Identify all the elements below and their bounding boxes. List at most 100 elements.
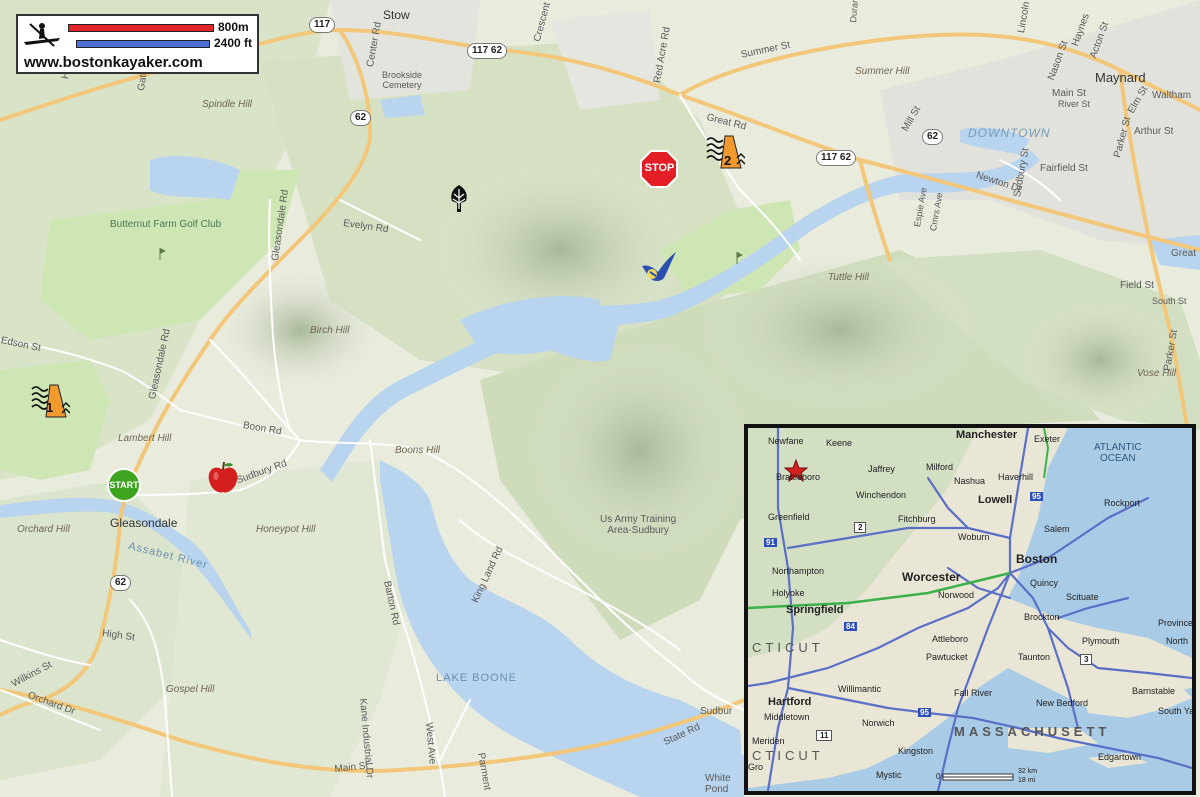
inset-city-label: North — [1166, 636, 1189, 646]
inset-city-label: Brattleboro — [776, 472, 821, 482]
inset-city-label: Gro — [748, 762, 764, 772]
tree-icon[interactable] — [444, 183, 474, 213]
inset-highway-shield: 3 — [1080, 654, 1093, 665]
route-shield: 117 — [309, 17, 336, 33]
route-shield: 62 — [350, 110, 372, 126]
hill-label: Orchard Hill — [17, 524, 70, 535]
inset-city-label: Meriden — [752, 736, 785, 746]
road-label: Field St — [1120, 280, 1154, 291]
inset-city-label: Province — [1158, 618, 1194, 628]
route-shield: 62 — [922, 129, 944, 145]
road-label: River St — [1058, 99, 1091, 109]
inset-city-label: Plymouth — [1082, 636, 1120, 646]
inset-city-label: Manchester — [956, 429, 1018, 441]
map-canvas[interactable]: Stow Maynard DOWNTOWN Gleasondale Assabe… — [0, 0, 1200, 797]
inset-ocean-label: ATLANTIC OCEAN — [1094, 442, 1142, 464]
route-shield: 62 — [110, 575, 132, 591]
inset-city-label: Lowell — [978, 494, 1013, 506]
place-maynard: Maynard — [1095, 70, 1146, 85]
inset-city-label: South Ya — [1158, 706, 1195, 716]
inset-city-label: Milford — [926, 462, 954, 472]
inset-highway-shield: 2 — [854, 522, 867, 533]
inset-city-label: Fitchburg — [898, 514, 936, 524]
imperial-scale-label: 2400 ft — [214, 36, 253, 50]
kayaker-icon — [24, 23, 60, 47]
inset-city-label: Springfield — [786, 604, 844, 616]
inset-city-label: Rockport — [1104, 498, 1141, 508]
inset-city-label: Brockton — [1024, 612, 1060, 622]
stop-sign-label: STOP — [644, 162, 675, 174]
inset-highway-shield: 95 — [918, 708, 931, 717]
hill-label: Honeypot Hill — [256, 524, 316, 535]
inset-highway-shield: 84 — [844, 622, 857, 631]
route-shield: 117 62 — [816, 150, 857, 166]
inset-highway-shield: 95 — [1030, 492, 1043, 501]
website-url[interactable]: www.bostonkayaker.com — [24, 54, 203, 71]
inset-city-label: Winchendon — [856, 490, 907, 500]
road-label: Arthur St — [1134, 126, 1174, 137]
cemetery-label: Brookside Cemetery — [382, 70, 423, 90]
inset-city-label: Haverhill — [998, 472, 1034, 482]
hill-label: Boons Hill — [395, 445, 441, 456]
inset-city-label: Quincy — [1030, 578, 1059, 588]
inset-city-label: Pawtucket — [926, 652, 968, 662]
inset-city-label: Salem — [1044, 524, 1070, 534]
place-downtown: DOWNTOWN — [968, 126, 1051, 140]
inset-scale-zero: 0 — [936, 772, 941, 781]
inset-city-label: Kingston — [898, 746, 934, 756]
inset-highway-shield: 91 — [764, 538, 777, 547]
inset-city-label: Scituate — [1066, 592, 1099, 602]
inset-city-label: New Bedford — [1036, 698, 1089, 708]
inset-city-label: Middletown — [764, 712, 810, 722]
inset-city-label: Taunton — [1018, 652, 1051, 662]
inset-city-label: Holyoke — [772, 588, 805, 598]
inset-state-label: CTICUT — [752, 748, 824, 763]
inset-city-label: Hartford — [768, 696, 812, 708]
place-stow: Stow — [383, 8, 410, 22]
inset-city-label: Fall River — [954, 688, 993, 698]
inset-city-label: Boston — [1016, 552, 1058, 566]
inset-city-label: Woburn — [958, 532, 990, 542]
inset-city-label: Exeter — [1034, 434, 1061, 444]
inset-city-label: Newfane — [768, 436, 804, 446]
inset-highway-shield: 11 — [816, 730, 833, 741]
inset-regional-map[interactable]: Manchester Keene Exeter Jaffrey Milford … — [744, 424, 1196, 795]
inset-city-label: Greenfield — [768, 512, 810, 522]
place-gleasondale: Gleasondale — [110, 516, 178, 530]
hill-label: Lambert Hill — [118, 433, 172, 444]
route-shield: 117 62 — [467, 43, 508, 59]
lake-boone-label: LAKE BOONE — [436, 672, 517, 684]
road-label: Sudbur — [700, 706, 733, 717]
inset-city-label: Nashua — [954, 476, 986, 486]
hill-label: Birch Hill — [310, 325, 350, 336]
white-pond-label: White Pond — [705, 773, 731, 795]
road-label: South St — [1152, 296, 1187, 306]
inset-city-label: Jaffrey — [868, 464, 895, 474]
inset-city-label: Northampton — [772, 566, 825, 576]
inset-city-label: Worcester — [902, 570, 961, 584]
hill-label: Summer Hill — [855, 66, 910, 77]
inset-city-label: Norwich — [862, 718, 895, 728]
imperial-scale-bar — [76, 40, 210, 48]
inset-city-label: Attleboro — [932, 634, 969, 644]
inset-city-label: Norwood — [938, 590, 975, 600]
army-area-label: Us Army Training Area-Sudbury — [600, 514, 677, 536]
road-label: Fairfield St — [1040, 163, 1088, 174]
metric-scale-bar — [68, 24, 214, 32]
road-label: Waltham — [1152, 90, 1192, 101]
inset-city-label: Mystic — [876, 770, 902, 780]
road-label: Great — [1171, 248, 1197, 259]
inset-city-label: Edgartown — [1098, 752, 1142, 762]
inset-state-label: MASSACHUSETT — [954, 724, 1111, 739]
golf-club-label: Butternut Farm Golf Club — [110, 219, 222, 230]
hill-label: Spindle Hill — [202, 99, 253, 110]
inset-city-label: Keene — [826, 438, 853, 448]
apple-icon[interactable] — [205, 460, 241, 496]
inset-scale-mi: 18 mi — [1018, 777, 1036, 784]
start-marker-label: START — [109, 480, 139, 490]
launch-2-label: 2 — [724, 153, 732, 168]
bird-icon[interactable] — [640, 250, 678, 286]
road-label: Main St — [1052, 88, 1086, 99]
launch-1-label: 1 — [46, 400, 54, 415]
map-legend: 800m 2400 ft www.bostonkayaker.com — [16, 14, 259, 74]
